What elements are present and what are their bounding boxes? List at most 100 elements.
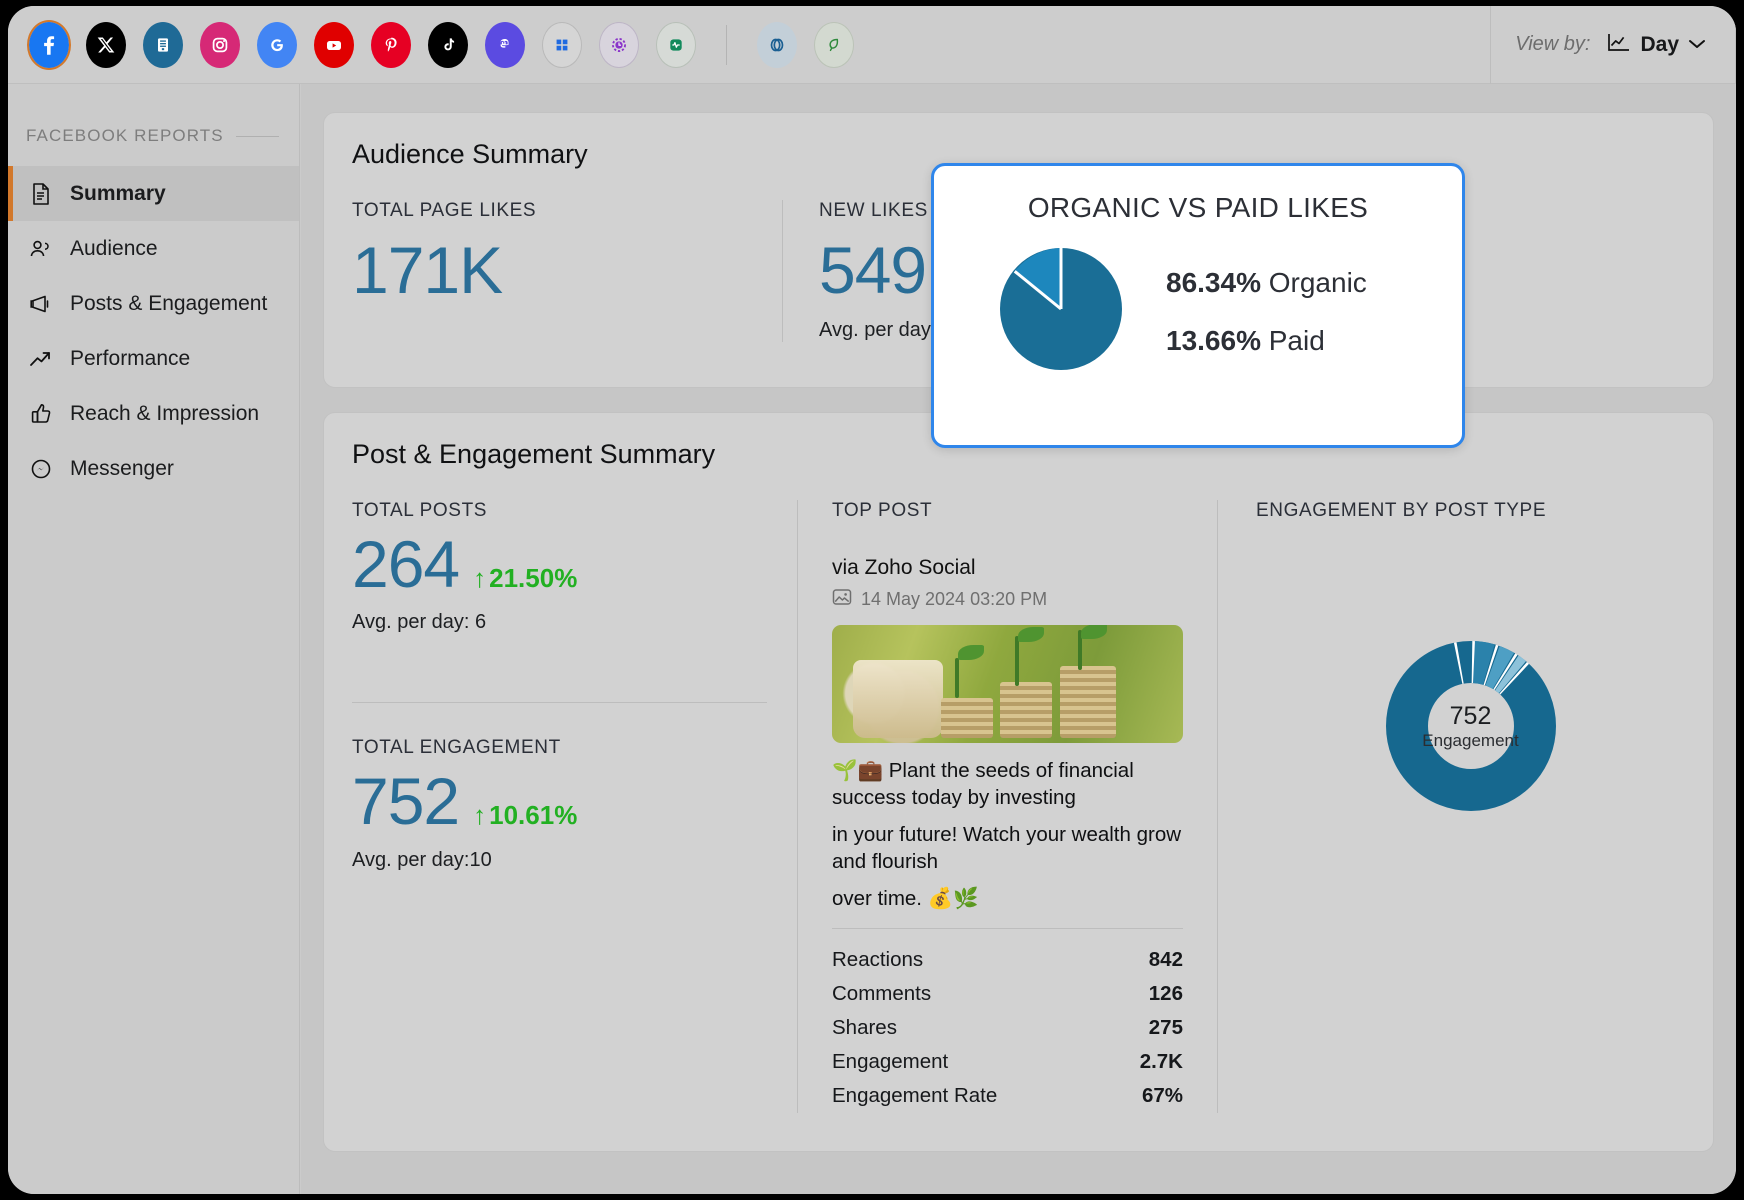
view-by-label: View by: [1515,33,1590,56]
pinterest-icon [371,22,411,68]
top-post-label: TOP POST [832,500,1183,522]
top-post-column: TOP POST via Zoho Social 14 May 2024 03:… [797,500,1217,1113]
stat-row: Shares 275 [832,1011,1183,1045]
channel-instagram[interactable] [197,19,243,71]
leaf-check-icon [814,22,854,68]
legend-name: Paid [1269,325,1325,356]
engagement-by-post-type-label: ENGAGEMENT BY POST TYPE [1256,500,1685,522]
channel-facebook[interactable] [26,19,72,71]
totals-column: TOTAL POSTS 264 ↑ 21.50% Avg. per day: 6 [352,500,797,1113]
totals-divider [352,702,767,703]
sidebar-item-reach-impression[interactable]: Reach & Impression [8,386,299,441]
coin-jar-image-part [853,660,943,738]
sidebar-item-label: Posts & Engagement [70,292,267,316]
top-post-text-line1: 🌱💼 Plant the seeds of financial success … [832,757,1183,812]
legend-name: Organic [1269,267,1367,298]
organic-vs-paid-tooltip-card[interactable]: ORGANIC VS PAID LIKES 86.34% Organic [931,163,1465,448]
linkedin-icon [143,22,183,68]
app-window: View by: Day FACEBOOK REPORTS S [8,6,1736,1194]
view-by-control[interactable]: View by: Day [1490,6,1736,84]
leaf-3 [1081,625,1107,639]
sidebar-item-audience[interactable]: Audience [8,221,299,276]
engagement-donut-chart[interactable]: 752 Engagement [1256,640,1685,812]
sidebar-item-posts-engagement[interactable]: Posts & Engagement [8,276,299,331]
stat-value: 126 [1149,982,1183,1006]
stat-row: Comments 126 [832,977,1183,1011]
active-channel-ring [27,20,71,70]
pulse-icon [656,22,696,68]
stat-row: Reactions 842 [832,943,1183,977]
legend-row-organic: 86.34% Organic [1166,267,1367,299]
messenger-icon [28,457,54,481]
sidebar-item-label: Performance [70,347,190,371]
sidebar-heading: FACEBOOK REPORTS [8,84,299,146]
stat-value: 275 [1149,1016,1183,1040]
top-post-text-line2: in your future! Watch your wealth grow a… [832,821,1183,876]
tooltip-legend: 86.34% Organic 13.66% Paid [1166,267,1367,357]
channel-mastodon[interactable] [482,19,528,71]
stat-label: Engagement Rate [832,1084,997,1108]
top-post-via: via Zoho Social [832,556,1183,580]
megaphone-icon [28,293,54,315]
metric-sub: Avg. per day: 6 [352,611,767,634]
sidebar-item-summary[interactable]: Summary [8,166,299,221]
metric-value: 264 [352,530,459,599]
channel-x-twitter[interactable] [83,19,129,71]
metric-label: TOTAL POSTS [352,500,767,522]
pie-svg [998,246,1124,372]
metric-total-page-likes: TOTAL PAGE LIKES 171K [352,200,782,342]
tiktok-icon [428,22,468,68]
stat-row: Engagement 2.7K [832,1045,1183,1079]
coin-stack-3 [1060,666,1116,738]
channel-zoho-links[interactable] [754,19,800,71]
post-engagement-grid: TOTAL POSTS 264 ↑ 21.50% Avg. per day: 6 [352,500,1685,1113]
arrow-up-icon: ↑ [473,800,486,831]
tooltip-body: 86.34% Organic 13.66% Paid [934,246,1462,377]
top-post-thumbnail[interactable] [832,625,1183,743]
metric-sub: Avg. per day:10 [352,849,767,872]
stat-label: Engagement [832,1050,948,1074]
sidebar: FACEBOOK REPORTS Summary Audience [8,84,300,1194]
top-post-text: 🌱💼 Plant the seeds of financial success … [832,757,1183,912]
leaf-1 [958,645,984,660]
sidebar-item-label: Summary [70,182,166,206]
top-post-body: via Zoho Social 14 May 2024 03:20 PM [832,556,1183,1113]
view-by-selected-text: Day [1640,33,1679,57]
metric-delta: ↑ 21.50% [473,563,577,594]
image-icon [832,588,852,611]
metric-label: TOTAL PAGE LIKES [352,200,746,222]
tooltip-title: ORGANIC VS PAID LIKES [934,192,1462,224]
channel-youtube[interactable] [311,19,357,71]
channel-tiktok[interactable] [425,19,471,71]
metric-delta: ↑ 10.61% [473,800,577,831]
channel-zoho-leaf[interactable] [811,19,857,71]
stat-value: 842 [1149,948,1183,972]
coin-stack-1 [941,698,993,738]
channel-divider [726,25,727,65]
channel-google-business[interactable] [254,19,300,71]
channel-pulse-monitor[interactable] [653,19,699,71]
view-by-value[interactable]: Day [1606,31,1707,59]
metric-total-engagement: TOTAL ENGAGEMENT 752 ↑ 10.61% Avg. per d… [352,737,767,871]
document-icon [28,182,54,206]
stat-label: Reactions [832,948,923,972]
sidebar-item-messenger[interactable]: Messenger [8,441,299,496]
metric-total-posts: TOTAL POSTS 264 ↑ 21.50% Avg. per day: 6 [352,500,767,634]
sidebar-nav-list: Summary Audience Posts & Engagement Perf… [8,166,299,496]
sidebar-item-performance[interactable]: Performance [8,331,299,386]
channel-bluesky-grid[interactable] [539,19,585,71]
trend-up-icon [28,348,54,370]
chevron-down-icon[interactable] [1687,33,1707,57]
channel-linkedin[interactable] [140,19,186,71]
sidebar-heading-rule [236,136,279,137]
top-post-date: 14 May 2024 03:20 PM [861,589,1047,610]
channel-strip [8,19,857,71]
sprout-2 [1015,636,1019,686]
channel-pinterest[interactable] [368,19,414,71]
metric-value: 752 [352,767,459,836]
arrow-up-icon: ↑ [473,563,486,594]
sprout-1 [955,658,959,698]
channel-threads-clock[interactable] [596,19,642,71]
engagement-by-post-type-column: ENGAGEMENT BY POST TYPE [1217,500,1685,1113]
sidebar-item-label: Audience [70,237,158,261]
